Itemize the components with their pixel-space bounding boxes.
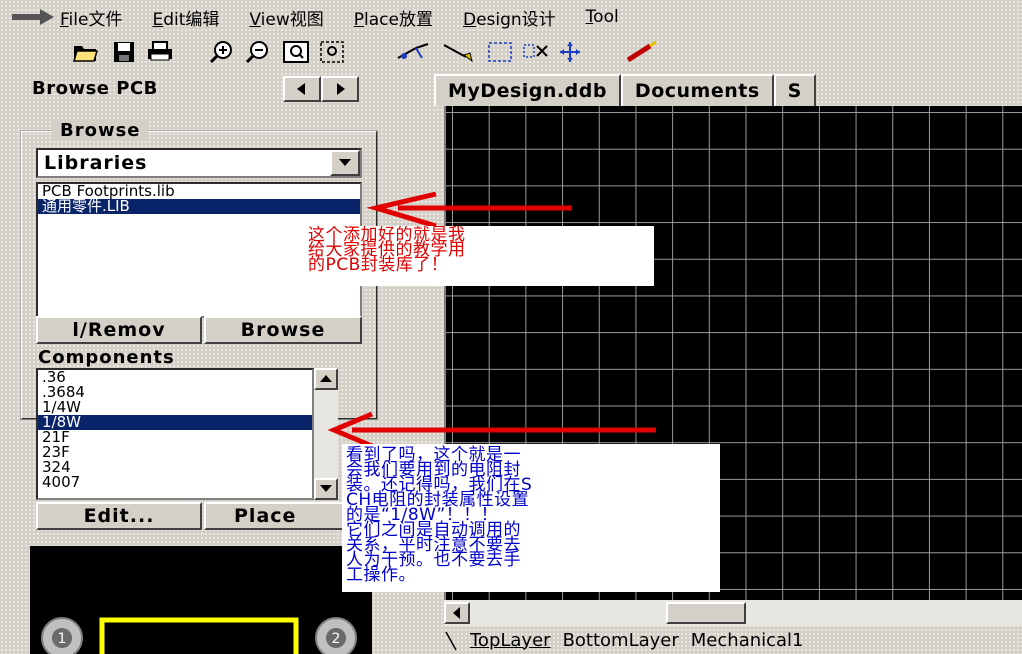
components-label: Components (38, 347, 175, 368)
component-item[interactable]: 4007 (38, 475, 312, 490)
triangle-left-icon (297, 83, 305, 95)
document-tabs: MyDesign.ddb Documents S (434, 74, 816, 106)
move-icon[interactable] (556, 39, 584, 65)
place-button[interactable]: Place (204, 502, 362, 530)
dropdown-button[interactable] (330, 150, 360, 176)
zoom-fit-icon[interactable] (318, 39, 346, 65)
canvas-hscrollbar[interactable] (444, 600, 1022, 626)
browse-mode-select[interactable]: Libraries (36, 148, 362, 178)
footprint-preview: 1 2 (30, 546, 372, 654)
menu-arrow-icon[interactable] (0, 0, 60, 34)
deselect-icon[interactable] (522, 39, 550, 65)
triangle-left-icon (453, 607, 460, 619)
components-list[interactable]: .36 .3684 1/4W 1/8W 21F 23F 324 4007 (36, 368, 314, 500)
toolbar (0, 34, 1022, 72)
component-item[interactable]: 21F (38, 430, 312, 445)
panel-title: Browse PCB (32, 78, 158, 99)
menu-bar: File文件 Edit编辑 View视图 Place放置 Design设计 To… (0, 0, 1022, 34)
remove-library-button[interactable]: l/Remov (36, 316, 202, 344)
components-scrollbar[interactable] (314, 368, 338, 500)
triangle-right-icon (337, 83, 345, 95)
panel-nav (283, 76, 359, 102)
panel-prev-button[interactable] (283, 76, 321, 102)
pad-label: 2 (332, 631, 341, 647)
menu-place[interactable]: Place放置 (354, 5, 433, 30)
tab-mydesign[interactable]: MyDesign.ddb (434, 74, 621, 106)
scroll-thumb[interactable] (666, 602, 746, 624)
component-item-selected[interactable]: 1/8W (38, 415, 312, 430)
annotation-note-red: 这个添加好的就是我 给大家提供的教学用 的PCB封装库了！ (306, 226, 654, 286)
menu-view[interactable]: View视图 (249, 5, 323, 30)
menu-file[interactable]: File文件 (60, 5, 122, 30)
menu-tools[interactable]: Tool (586, 7, 619, 27)
menu-design[interactable]: Design设计 (463, 5, 556, 30)
library-item-selected[interactable]: 通用零件.LIB (38, 199, 360, 214)
scroll-down-button[interactable] (314, 478, 338, 500)
zoom-area-icon[interactable] (282, 39, 310, 65)
select-area-icon[interactable] (486, 39, 514, 65)
zoom-in-icon[interactable] (208, 39, 236, 65)
scroll-left-button[interactable] (444, 602, 470, 624)
browse-group-label: Browse (52, 120, 149, 141)
pad-label: 1 (58, 631, 67, 647)
layer-tab-mechanical1[interactable]: Mechanical1 (689, 630, 806, 651)
layer-tab-toplayer[interactable]: TopLayer (468, 630, 553, 651)
save-icon[interactable] (110, 39, 138, 65)
layer-tab-bottomlayer[interactable]: BottomLayer (561, 630, 681, 651)
footprint-graphic: 1 2 (41, 617, 357, 654)
tool-icon[interactable] (624, 39, 660, 65)
edit-button[interactable]: Edit... (36, 502, 202, 530)
wire-icon[interactable] (440, 39, 476, 65)
triangle-down-icon (320, 485, 332, 492)
note-line: 工操作。 (346, 565, 416, 585)
browse-mode-value: Libraries (44, 152, 148, 174)
annotation-note-blue: 看到了吗，这个就是一 会我们要用到的电阻封 装。还记得吗，我们在S CH电阻的封… (342, 444, 720, 592)
panel-next-button[interactable] (321, 76, 359, 102)
tab-documents[interactable]: Documents (620, 74, 774, 106)
tab-partial[interactable]: S (773, 74, 816, 106)
footprint-outline (99, 617, 299, 654)
tab-corner-icon (445, 631, 457, 651)
print-icon[interactable] (146, 39, 174, 65)
note-line: 的PCB封装库了！ (308, 255, 449, 275)
layer-tabs: TopLayer BottomLayer Mechanical1 (444, 626, 1022, 654)
chevron-down-icon (339, 159, 351, 166)
browse-button[interactable]: Browse (204, 316, 362, 344)
open-folder-icon[interactable] (72, 39, 100, 65)
triangle-up-icon (320, 375, 332, 382)
cross-probe-icon[interactable] (396, 39, 432, 65)
zoom-out-icon[interactable] (244, 39, 272, 65)
menu-edit[interactable]: Edit编辑 (152, 5, 219, 30)
component-item[interactable]: 23F (38, 445, 312, 460)
scroll-up-button[interactable] (314, 368, 338, 390)
